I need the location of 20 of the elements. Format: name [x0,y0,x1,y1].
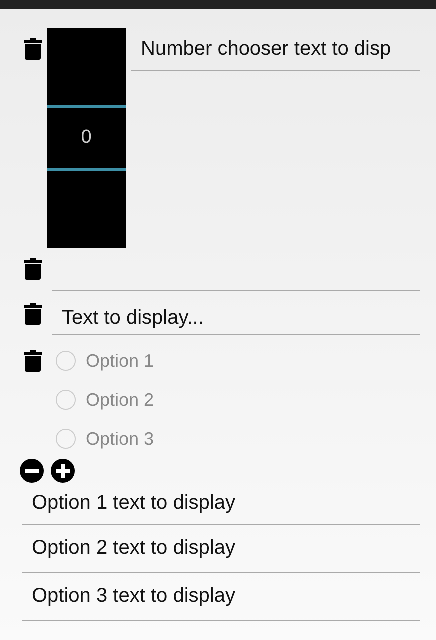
trash-icon[interactable] [24,258,42,280]
trash-icon[interactable] [24,350,42,372]
radio-label: Option 1 [86,350,154,372]
number-picker[interactable]: 0 [47,28,126,248]
minus-icon [25,469,39,473]
radio-label: Option 2 [86,390,154,410]
trash-icon[interactable] [24,38,42,60]
radio-button[interactable] [56,351,76,371]
text-field[interactable]: Option 3 text to display [22,573,420,621]
text-field[interactable]: Text to display... [52,303,420,335]
trash-icon[interactable] [24,303,42,325]
text-field[interactable]: Option 1 text to display [22,483,420,525]
plus-icon [56,464,70,478]
remove-button[interactable] [20,459,44,483]
text-field[interactable]: Number chooser text to disp [131,28,420,71]
radio-button[interactable] [56,429,76,449]
radio-label: Option 3 [86,428,154,450]
add-button[interactable] [51,459,75,483]
text-field[interactable]: Option 2 text to display [22,525,420,573]
radio-button[interactable] [56,390,76,410]
